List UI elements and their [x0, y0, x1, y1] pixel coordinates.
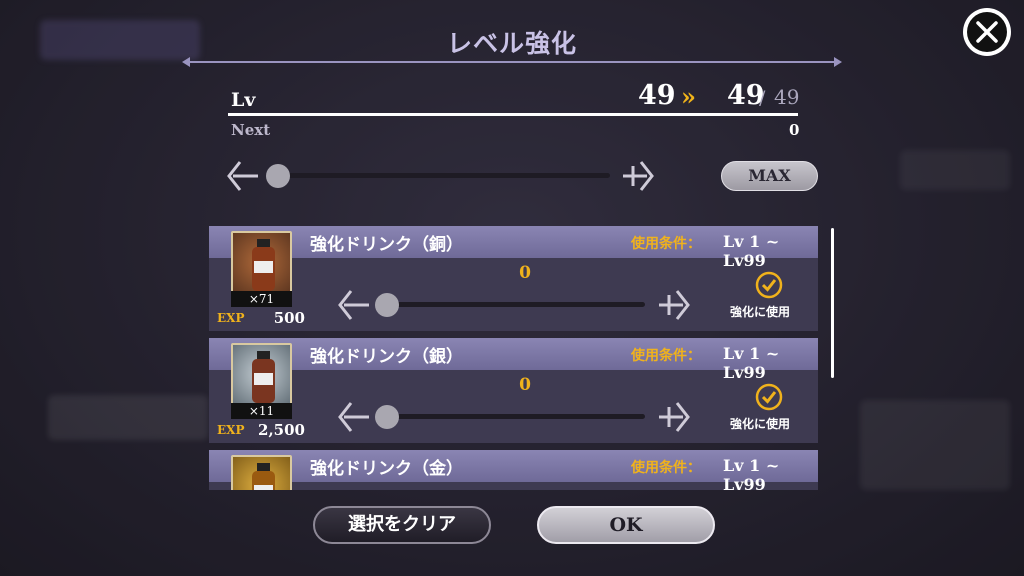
- item-quantity-slider[interactable]: [337, 397, 697, 437]
- level-max: 49: [774, 85, 800, 109]
- increase-quantity-button[interactable]: [655, 397, 691, 437]
- quantity-slider-track[interactable]: [383, 414, 645, 419]
- item-count: ×71: [231, 291, 292, 307]
- item-header: 強化ドリンク（銅） 使用条件： Lv 1 ~ Lv99: [209, 226, 818, 270]
- list-item: 強化ドリンク（銅） 使用条件： Lv 1 ~ Lv99 ×71 EXP 500 …: [209, 226, 818, 331]
- quantity-slider-knob[interactable]: [375, 293, 399, 317]
- decrease-level-button[interactable]: [226, 156, 262, 196]
- level-rule: [228, 113, 798, 116]
- decrease-quantity-button[interactable]: [337, 285, 373, 325]
- quantity-slider-track[interactable]: [383, 302, 645, 307]
- condition-range: Lv 1 ~ Lv99: [723, 456, 780, 490]
- item-name: 強化ドリンク（金）: [310, 459, 463, 479]
- decrease-quantity-button[interactable]: [337, 397, 373, 437]
- next-exp-value: 0: [789, 121, 800, 139]
- item-header: 強化ドリンク（銀） 使用条件： Lv 1 ~ Lv99: [209, 338, 818, 382]
- item-name: 強化ドリンク（銀）: [310, 347, 463, 367]
- condition-range: Lv 1 ~ Lv99: [723, 344, 780, 382]
- level-slash: /: [759, 87, 766, 109]
- background-blur: [860, 400, 1010, 490]
- list-item: 強化ドリンク（銀） 使用条件： Lv 1 ~ Lv99 ×11 EXP 2,50…: [209, 338, 818, 443]
- level-arrow-icon: »: [681, 82, 696, 111]
- clear-selection-button[interactable]: 選択をクリア: [313, 506, 491, 544]
- condition-label: 使用条件：: [631, 236, 701, 252]
- level-slider-track[interactable]: [274, 173, 610, 178]
- list-scrollbar[interactable]: [831, 228, 834, 378]
- increase-level-button[interactable]: [619, 156, 655, 196]
- quantity-slider-knob[interactable]: [375, 405, 399, 429]
- item-list[interactable]: 強化ドリンク（銅） 使用条件： Lv 1 ~ Lv99 ×71 EXP 500 …: [209, 226, 818, 490]
- use-for-enhance-checkbox[interactable]: [754, 382, 784, 412]
- condition-range: Lv 1 ~ Lv99: [723, 232, 780, 270]
- background-blur: [48, 395, 208, 440]
- exp-value: 2,500: [258, 421, 305, 439]
- use-for-enhance-label: 強化に使用: [730, 417, 791, 431]
- use-for-enhance-checkbox[interactable]: [754, 270, 784, 300]
- item-header: 強化ドリンク（金） 使用条件： Lv 1 ~ Lv99: [209, 450, 818, 490]
- level-label: Lv: [231, 89, 256, 111]
- level-slider[interactable]: [226, 156, 658, 196]
- exp-value: 500: [273, 309, 305, 327]
- level-slider-knob[interactable]: [266, 164, 290, 188]
- use-for-enhance-label: 強化に使用: [730, 305, 791, 319]
- max-button[interactable]: MAX: [721, 161, 818, 191]
- background-blur: [900, 150, 1010, 190]
- list-item: 強化ドリンク（金） 使用条件： Lv 1 ~ Lv99: [209, 450, 818, 490]
- increase-quantity-button[interactable]: [655, 285, 691, 325]
- exp-label: EXP: [217, 423, 245, 437]
- condition-label: 使用条件：: [631, 348, 701, 364]
- condition-label: 使用条件：: [631, 460, 701, 476]
- use-quantity: 0: [519, 263, 531, 283]
- level-current: 49: [638, 80, 676, 111]
- drink-bottle-icon: [231, 455, 292, 490]
- use-quantity: 0: [519, 375, 531, 395]
- item-name: 強化ドリンク（銅）: [310, 235, 463, 255]
- item-count: ×11: [231, 403, 292, 419]
- item-quantity-slider[interactable]: [337, 285, 697, 325]
- exp-label: EXP: [217, 311, 245, 325]
- ok-button[interactable]: OK: [537, 506, 715, 544]
- title-divider: [182, 57, 842, 67]
- dialog-title: レベル強化: [446, 29, 577, 58]
- next-exp-label: Next: [231, 121, 271, 139]
